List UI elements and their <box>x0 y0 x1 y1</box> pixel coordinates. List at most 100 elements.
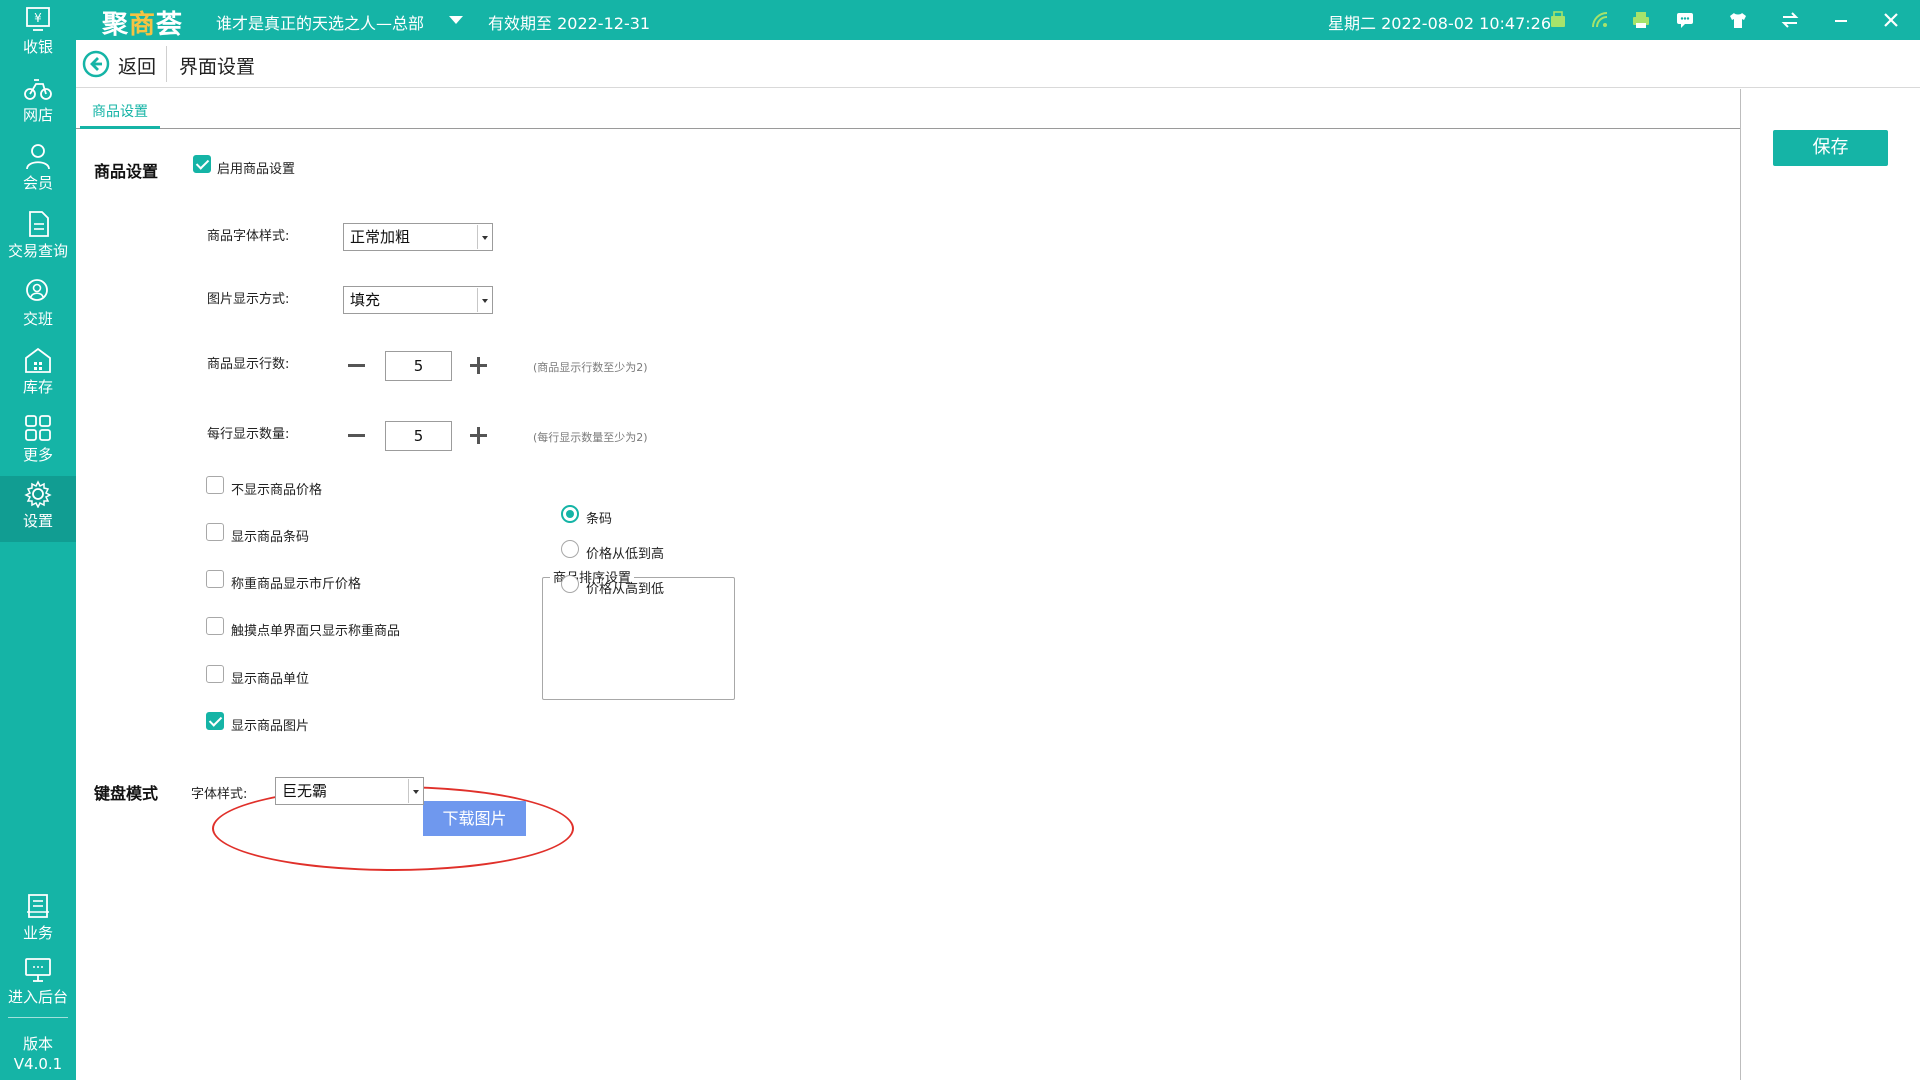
rows-hint: (商品显示行数至少为2) <box>533 361 648 374</box>
chevron-down-icon <box>477 225 491 249</box>
rows-input[interactable]: 5 <box>385 351 452 381</box>
printer-icon[interactable] <box>1628 8 1654 32</box>
tab-bar: 商品设置 <box>76 89 1740 129</box>
close-icon[interactable] <box>1878 8 1904 32</box>
svg-text:¥: ¥ <box>34 11 42 25</box>
sidebar-item-label: 收银 <box>22 38 53 56</box>
sort-price-asc-radio[interactable] <box>561 540 579 558</box>
version-info: 版本 V4.0.1 <box>0 1034 76 1074</box>
sidebar-item-online-store[interactable]: 网店 <box>0 70 76 136</box>
message-icon[interactable] <box>1672 8 1698 32</box>
sort-price-desc-label[interactable]: 价格从高到低 <box>586 578 664 597</box>
page-header: 返回 界面设置 <box>76 40 1920 88</box>
tshirt-icon[interactable] <box>1725 8 1751 32</box>
sidebar: ¥ 收银 网店 会员 交易查询 交班 库存 更多 设置 业务 进入后台 版本 V… <box>0 0 76 1080</box>
chevron-down-icon <box>408 779 422 803</box>
expiry-date: 有效期至 2022-12-31 <box>488 14 651 33</box>
hide-price-checkbox[interactable] <box>206 476 224 494</box>
wifi-icon[interactable] <box>1587 8 1613 32</box>
show-unit-label[interactable]: 显示商品单位 <box>231 668 309 687</box>
brand-logo: 聚商荟 <box>102 10 184 40</box>
per-row-hint: (每行显示数量至少为2) <box>533 431 648 444</box>
shift-icon <box>26 279 48 301</box>
sidebar-item-label: 业务 <box>22 924 53 942</box>
enable-product-settings-label[interactable]: 启用商品设置 <box>217 158 295 177</box>
keyboard-font-select[interactable]: 巨无霸 <box>275 777 424 805</box>
weighted-price-checkbox[interactable] <box>206 570 224 588</box>
sidebar-item-settings[interactable]: 设置 <box>0 476 76 542</box>
save-button[interactable]: 保存 <box>1773 130 1888 166</box>
page-title: 界面设置 <box>179 56 256 78</box>
sidebar-item-transactions[interactable]: 交易查询 <box>0 206 76 272</box>
sidebar-item-member[interactable]: 会员 <box>0 138 76 204</box>
store-dropdown-icon[interactable] <box>449 16 463 24</box>
keyboard-font-value: 巨无霸 <box>282 782 328 800</box>
sidebar-item-more[interactable]: 更多 <box>0 410 76 476</box>
switch-icon[interactable] <box>1777 8 1803 32</box>
font-style-label: 商品字体样式: <box>207 229 290 244</box>
touch-weighted-only-checkbox[interactable] <box>206 617 224 635</box>
datetime: 星期二 2022-08-02 10:47:26 <box>1328 14 1552 33</box>
font-style-select[interactable]: 正常加粗 <box>343 223 493 251</box>
gear-icon <box>24 480 52 508</box>
sort-barcode-label[interactable]: 条码 <box>586 508 612 527</box>
sidebar-item-inventory[interactable]: 库存 <box>0 342 76 408</box>
back-button[interactable]: 返回 <box>118 52 156 79</box>
per-row-plus-button[interactable] <box>468 424 490 446</box>
chevron-down-icon <box>477 288 491 312</box>
sidebar-divider <box>8 1017 68 1018</box>
sort-barcode-radio[interactable] <box>561 505 579 523</box>
header-divider <box>166 46 167 82</box>
show-unit-checkbox[interactable] <box>206 665 224 683</box>
sidebar-item-label: 交易查询 <box>7 242 68 260</box>
font-style-value: 正常加粗 <box>350 228 411 246</box>
sidebar-item-shift[interactable]: 交班 <box>0 274 76 340</box>
warehouse-icon <box>25 347 51 373</box>
show-image-checkbox[interactable] <box>206 712 224 730</box>
sort-price-desc-radio[interactable] <box>561 575 579 593</box>
sort-price-asc-label[interactable]: 价格从低到高 <box>586 543 664 562</box>
store-name[interactable]: 谁才是真正的天选之人—总部 <box>216 10 424 34</box>
sidebar-item-label: 网店 <box>22 106 53 124</box>
sidebar-item-label: 设置 <box>22 512 53 530</box>
document-icon <box>29 211 49 237</box>
sidebar-item-label: 进入后台 <box>7 988 68 1006</box>
per-row-minus-button[interactable] <box>346 424 368 446</box>
sidebar-item-cashier[interactable]: ¥ 收银 <box>0 2 76 68</box>
tab-product-settings[interactable]: 商品设置 <box>80 99 160 129</box>
per-row-label: 每行显示数量: <box>207 427 290 442</box>
monitor-icon <box>25 958 51 982</box>
cashbox-icon[interactable] <box>1545 8 1571 32</box>
grid-icon <box>25 415 51 441</box>
per-row-input[interactable]: 5 <box>385 421 452 451</box>
back-arrow-icon[interactable] <box>82 50 110 78</box>
sidebar-item-backend[interactable]: 进入后台 <box>0 952 76 1018</box>
hide-price-label[interactable]: 不显示商品价格 <box>231 479 322 498</box>
show-barcode-label[interactable]: 显示商品条码 <box>231 526 309 545</box>
touch-weighted-only-label[interactable]: 触摸点单界面只显示称重商品 <box>231 620 400 639</box>
enable-product-settings-checkbox[interactable] <box>193 155 211 173</box>
image-mode-select[interactable]: 填充 <box>343 286 493 314</box>
image-mode-label: 图片显示方式: <box>207 292 290 307</box>
panel-divider <box>1740 89 1741 1080</box>
minimize-icon[interactable] <box>1828 8 1854 32</box>
title-bar: 聚商荟 谁才是真正的天选之人—总部 有效期至 2022-12-31 星期二 20… <box>76 0 1920 40</box>
member-icon <box>26 144 50 170</box>
version-number: V4.0.1 <box>13 1055 63 1073</box>
weighted-price-label[interactable]: 称重商品显示市斤价格 <box>231 573 361 592</box>
rows-label: 商品显示行数: <box>207 357 290 372</box>
cashier-icon: ¥ <box>26 7 50 31</box>
sidebar-item-label: 交班 <box>22 310 53 328</box>
settings-content: 商品设置 商品设置 启用商品设置 商品字体样式: 正常加粗 图片显示方式: 填充… <box>76 89 1740 1080</box>
show-barcode-checkbox[interactable] <box>206 523 224 541</box>
sidebar-item-label: 库存 <box>22 378 53 396</box>
sidebar-item-label: 更多 <box>22 446 53 464</box>
business-icon <box>27 894 49 918</box>
rows-plus-button[interactable] <box>468 354 490 376</box>
rows-minus-button[interactable] <box>346 354 368 376</box>
sidebar-item-business[interactable]: 业务 <box>0 888 76 954</box>
sidebar-item-label: 会员 <box>22 174 53 192</box>
section-title-product: 商品设置 <box>94 162 159 181</box>
show-image-label[interactable]: 显示商品图片 <box>231 715 309 734</box>
download-images-button[interactable]: 下载图片 <box>423 801 526 836</box>
